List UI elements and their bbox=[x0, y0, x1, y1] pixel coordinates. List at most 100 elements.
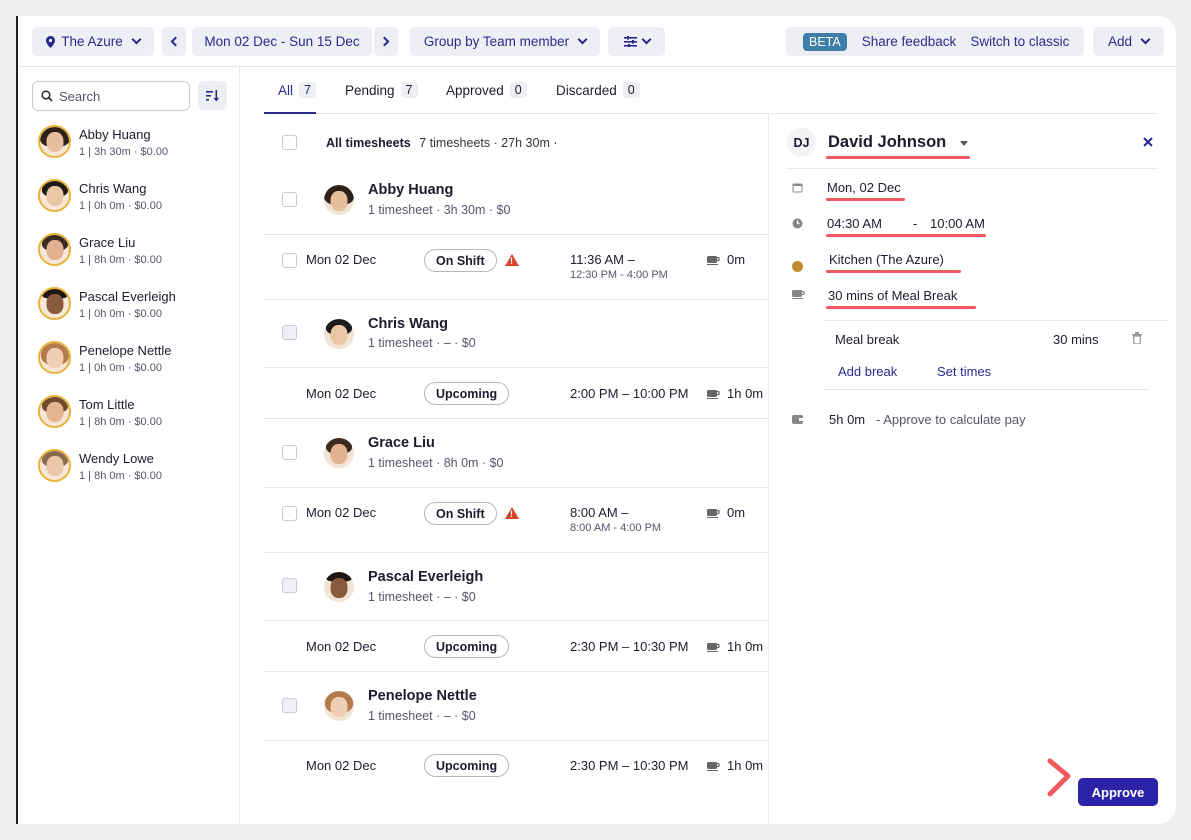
divider bbox=[264, 418, 769, 419]
approve-button[interactable]: Approve bbox=[1078, 778, 1158, 806]
divider bbox=[264, 487, 769, 488]
end-time-field[interactable]: 10:00 AM bbox=[930, 216, 985, 231]
member-name: Penelope Nettle bbox=[79, 343, 172, 358]
avatar bbox=[324, 185, 354, 215]
break-summary[interactable]: 30 mins of Meal Break bbox=[828, 288, 957, 303]
divider bbox=[264, 671, 769, 672]
top-toolbar: The Azure Mon 02 Dec - Sun 15 Dec Group … bbox=[18, 16, 1176, 67]
search-box[interactable] bbox=[32, 81, 190, 111]
highlight-underline bbox=[826, 234, 986, 237]
add-dropdown[interactable]: Add bbox=[1093, 27, 1164, 56]
member-item[interactable]: Wendy Lowe 1 | 8h 0m · $0.00 bbox=[38, 445, 238, 485]
group-checkbox[interactable] bbox=[282, 578, 297, 593]
shift-time: 11:36 AM – bbox=[570, 252, 635, 267]
switch-classic-link[interactable]: Switch to classic bbox=[970, 34, 1069, 49]
divider bbox=[786, 168, 1158, 169]
employee-select[interactable]: David Johnson bbox=[828, 133, 946, 152]
member-item[interactable]: Chris Wang 1 | 0h 0m · $0.00 bbox=[38, 175, 238, 215]
member-name: Tom Little bbox=[79, 397, 135, 412]
break-cup-icon bbox=[707, 643, 720, 652]
app-window: The Azure Mon 02 Dec - Sun 15 Dec Group … bbox=[16, 16, 1176, 824]
add-break-link[interactable]: Add break bbox=[838, 364, 897, 379]
chevron-down-icon bbox=[577, 34, 588, 45]
tab-count: 0 bbox=[509, 82, 527, 98]
feedback-group: BETA Share feedback Switch to classic bbox=[786, 27, 1084, 56]
tab-approved[interactable]: Approved 0 bbox=[446, 82, 527, 98]
break-duration: 0m bbox=[727, 505, 746, 520]
next-period-button[interactable] bbox=[374, 27, 398, 56]
tab-pending[interactable]: Pending 7 bbox=[345, 82, 418, 98]
caret-down-icon[interactable] bbox=[960, 141, 968, 146]
tab-discarded[interactable]: Discarded 0 bbox=[556, 82, 640, 98]
filter-button[interactable] bbox=[608, 27, 665, 56]
shift-date: Mon 02 Dec bbox=[306, 505, 377, 520]
group-checkbox[interactable] bbox=[282, 192, 297, 207]
break-duration: 1h 0m bbox=[727, 758, 764, 773]
shift-time: 2:30 PM – 10:30 PM bbox=[570, 639, 689, 654]
time-separator: - bbox=[913, 216, 918, 231]
tab-count: 0 bbox=[622, 82, 640, 98]
status-tabs: All 7 Pending 7 Approved 0 Discarded 0 bbox=[264, 67, 1158, 114]
prev-period-button[interactable] bbox=[162, 27, 186, 56]
tab-label: Approved bbox=[446, 82, 504, 98]
member-name: Grace Liu bbox=[79, 235, 136, 250]
avatar bbox=[38, 287, 71, 320]
shift-date: Mon 02 Dec bbox=[306, 758, 377, 773]
group-by-dropdown[interactable]: Group by Team member bbox=[410, 27, 600, 56]
avatar bbox=[38, 125, 71, 158]
date-range-button[interactable]: Mon 02 Dec - Sun 15 Dec bbox=[192, 27, 372, 56]
break-cup-icon bbox=[707, 762, 720, 771]
highlight-underline bbox=[826, 198, 905, 201]
member-item[interactable]: Grace Liu 1 | 8h 0m · $0.00 bbox=[38, 229, 238, 269]
sort-button[interactable] bbox=[198, 81, 227, 110]
member-item[interactable]: Abby Huang 1 | 3h 30m · $0.00 bbox=[38, 121, 238, 161]
status-badge: Upcoming bbox=[424, 635, 510, 658]
group-summary: 1 timesheet · 8h 0m · $0 bbox=[368, 456, 504, 470]
avatar bbox=[38, 449, 71, 482]
row-checkbox[interactable] bbox=[282, 506, 297, 521]
group-checkbox[interactable] bbox=[282, 698, 297, 713]
avatar bbox=[324, 319, 354, 349]
break-duration: 1h 0m bbox=[727, 639, 764, 654]
start-time-field[interactable]: 04:30 AM bbox=[827, 216, 882, 231]
chevron-left-icon bbox=[170, 36, 181, 47]
tab-count: 7 bbox=[299, 82, 316, 98]
member-item[interactable]: Penelope Nettle 1 | 0h 0m · $0.00 bbox=[38, 337, 238, 377]
location-dropdown[interactable]: The Azure bbox=[32, 27, 154, 56]
arrow-annotation-icon bbox=[1047, 758, 1071, 797]
search-input[interactable] bbox=[59, 88, 179, 104]
member-item[interactable]: Tom Little 1 | 8h 0m · $0.00 bbox=[38, 391, 238, 431]
avatar bbox=[38, 395, 71, 428]
avatar bbox=[38, 341, 71, 374]
share-feedback-link[interactable]: Share feedback bbox=[862, 34, 957, 49]
set-times-link[interactable]: Set times bbox=[937, 364, 991, 379]
member-summary: 1 | 8h 0m · $0.00 bbox=[79, 470, 162, 482]
area-field[interactable]: Kitchen (The Azure) bbox=[829, 252, 944, 267]
tab-all[interactable]: All 7 bbox=[278, 82, 316, 98]
warning-icon[interactable] bbox=[505, 507, 519, 519]
break-duration: 0m bbox=[727, 252, 746, 267]
area-color-dot bbox=[792, 261, 803, 272]
highlight-underline bbox=[826, 156, 970, 159]
row-checkbox[interactable] bbox=[282, 253, 297, 268]
timesheet-detail-panel: DJ David Johnson Mon, 02 Dec 04:30 AM - … bbox=[770, 114, 1176, 824]
shift-date: Mon 02 Dec bbox=[306, 252, 377, 267]
break-cup-icon bbox=[792, 290, 805, 299]
member-item[interactable]: Pascal Everleigh 1 | 0h 0m · $0.00 bbox=[38, 283, 238, 323]
tab-count: 7 bbox=[400, 82, 418, 98]
divider bbox=[264, 299, 769, 300]
warning-icon[interactable] bbox=[505, 254, 519, 266]
select-all-checkbox[interactable] bbox=[282, 135, 297, 150]
close-icon[interactable] bbox=[1143, 137, 1153, 147]
member-summary: 1 | 3h 30m · $0.00 bbox=[79, 146, 169, 158]
shift-date-field[interactable]: Mon, 02 Dec bbox=[827, 180, 901, 195]
member-name: Abby Huang bbox=[79, 127, 151, 142]
tab-label: Pending bbox=[345, 82, 395, 98]
break-type: Meal break bbox=[835, 332, 900, 347]
group-summary: 1 timesheet · – · $0 bbox=[368, 336, 476, 350]
trash-icon[interactable] bbox=[1132, 332, 1142, 344]
group-name: Grace Liu bbox=[368, 435, 435, 451]
group-checkbox[interactable] bbox=[282, 445, 297, 460]
divider bbox=[264, 234, 769, 235]
group-checkbox[interactable] bbox=[282, 325, 297, 340]
